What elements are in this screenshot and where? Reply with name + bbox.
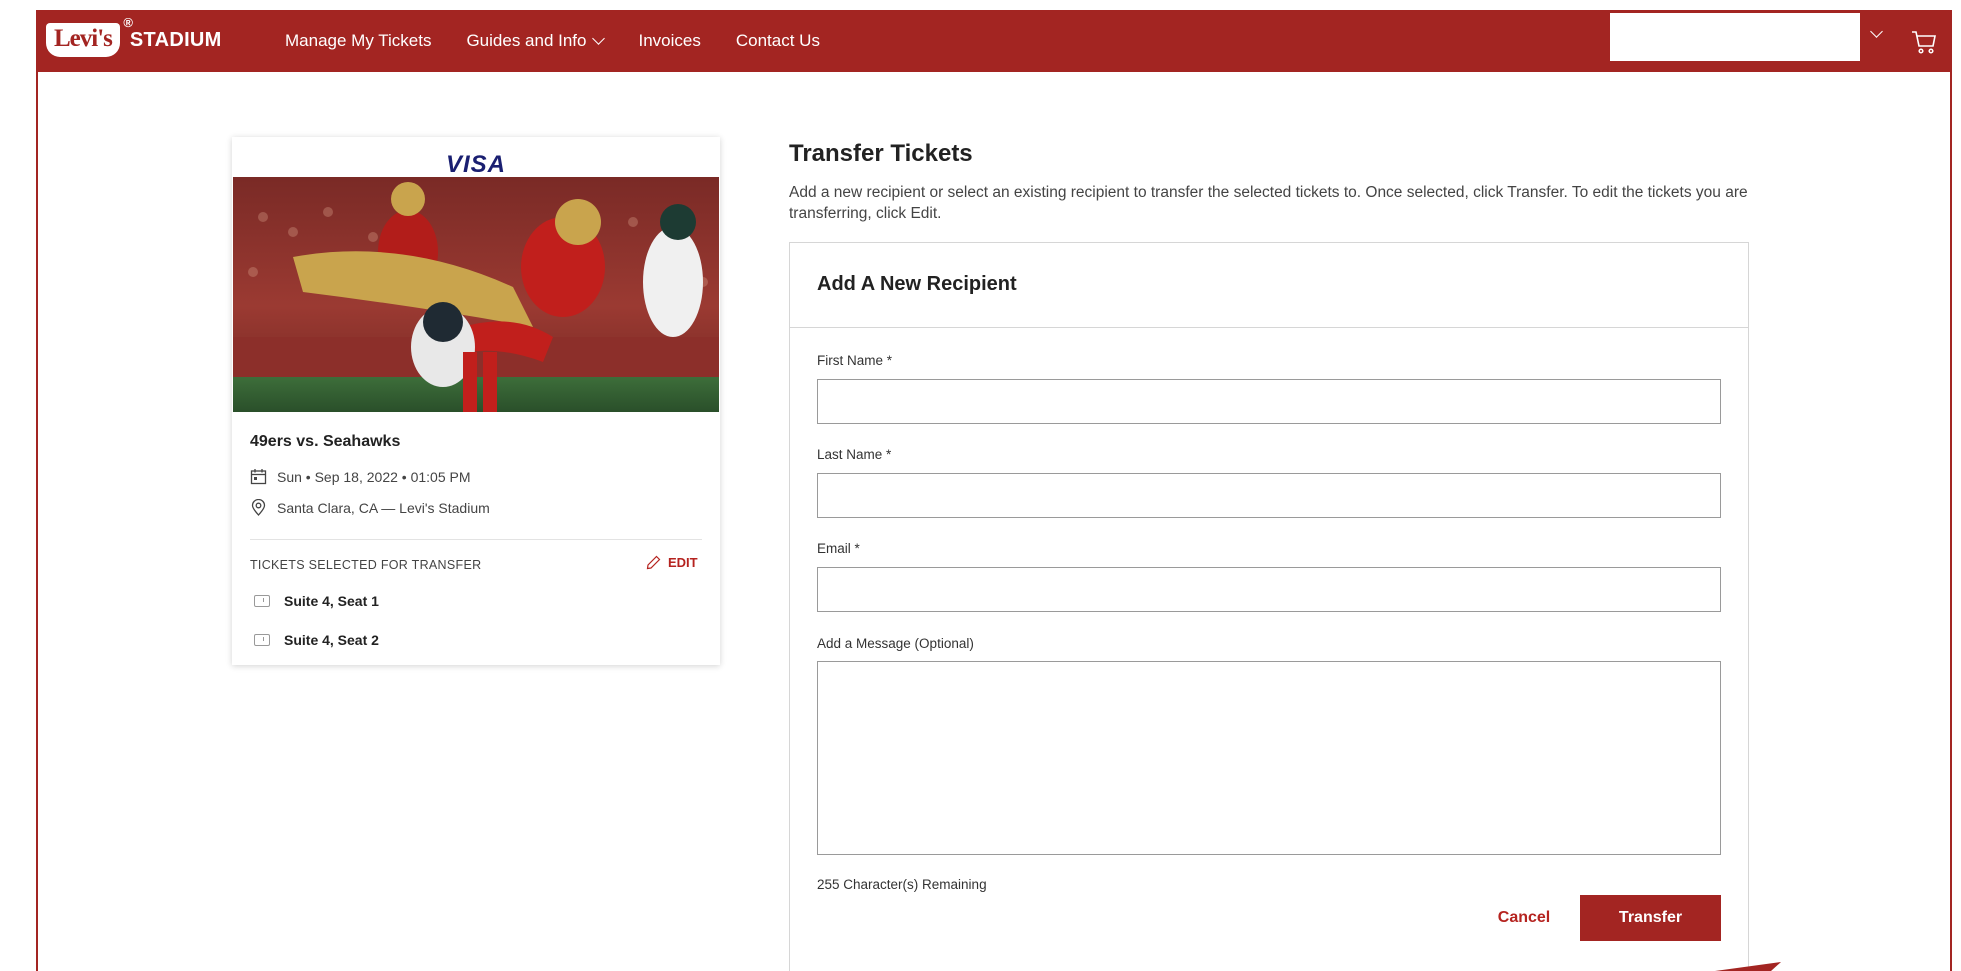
- ticket-item: Suite 4, Seat 2: [254, 632, 379, 648]
- cancel-button[interactable]: Cancel: [1478, 895, 1570, 941]
- character-count: 255 Character(s) Remaining: [817, 877, 987, 892]
- event-photo: [233, 177, 719, 412]
- event-location-row: Santa Clara, CA — Levi's Stadium: [250, 499, 490, 516]
- logo-text: Levi's: [54, 25, 113, 52]
- ticket-label: Suite 4, Seat 1: [284, 593, 379, 609]
- email-input[interactable]: [817, 567, 1721, 612]
- account-menu[interactable]: [1610, 13, 1860, 61]
- event-card: VISA 49ers vs. Seahawks Sun • Sep 18, 20…: [232, 137, 720, 665]
- first-name-label: First Name *: [817, 353, 893, 368]
- last-name-label: Last Name *: [817, 447, 892, 462]
- panel-title: Add A New Recipient: [817, 273, 1017, 295]
- nav-item-manage-my-tickets[interactable]: Manage My Tickets: [285, 31, 431, 51]
- add-recipient-panel: Add A New Recipient First Name * Last Na…: [789, 242, 1749, 971]
- ticket-icon: [254, 595, 270, 607]
- levis-logo-badge: Levi's ®: [46, 15, 133, 57]
- visa-sponsor-logo: VISA: [445, 151, 506, 178]
- ticket-icon: [254, 634, 270, 646]
- nav-item-label: Manage My Tickets: [285, 31, 432, 50]
- event-title: 49ers vs. Seahawks: [250, 433, 401, 450]
- card-divider: [250, 539, 702, 540]
- nav-item-label: Guides and Info: [466, 31, 587, 50]
- nav-item-label: Contact Us: [735, 31, 820, 50]
- cart-icon[interactable]: [1910, 28, 1938, 56]
- edit-tickets-button[interactable]: EDIT: [646, 555, 698, 570]
- email-label: Email *: [817, 541, 860, 556]
- nav-item-invoices[interactable]: Invoices: [638, 31, 700, 51]
- first-name-input[interactable]: [817, 379, 1721, 424]
- stadium-text: STADIUM: [129, 28, 222, 51]
- pencil-icon: [646, 555, 661, 570]
- nav-menu: Manage My Tickets Guides and Info Invoic…: [285, 10, 855, 72]
- message-label: Add a Message (Optional): [817, 636, 974, 651]
- calendar-icon: [250, 469, 267, 485]
- last-name-input[interactable]: [817, 473, 1721, 518]
- event-date-row: Sun • Sep 18, 2022 • 01:05 PM: [250, 468, 471, 485]
- ticket-label: Suite 4, Seat 2: [284, 632, 379, 648]
- tickets-selected-heading: TICKETS SELECTED FOR TRANSFER: [250, 558, 482, 572]
- nav-item-contact-us[interactable]: Contact Us: [736, 31, 820, 51]
- registered-mark: ®: [123, 15, 133, 30]
- edit-label: EDIT: [668, 555, 698, 570]
- chevron-down-icon: [592, 32, 606, 45]
- message-textarea[interactable]: [817, 661, 1721, 855]
- panel-header: Add A New Recipient: [790, 243, 1748, 328]
- event-location: Santa Clara, CA — Levi's Stadium: [277, 499, 490, 516]
- top-navbar: Levi's ® STADIUM Manage My Tickets Guide…: [36, 10, 1952, 72]
- ticket-item: Suite 4, Seat 1: [254, 593, 379, 609]
- nav-item-guides-and-info[interactable]: Guides and Info: [466, 31, 606, 51]
- transfer-button[interactable]: Transfer: [1580, 895, 1721, 941]
- pointer-arrow-icon: [1715, 962, 1781, 971]
- account-chevron-down-icon[interactable]: [1870, 25, 1883, 38]
- page-title: Transfer Tickets: [789, 140, 973, 167]
- nav-item-label: Invoices: [638, 31, 701, 50]
- levis-stadium-logo[interactable]: Levi's ® STADIUM: [46, 15, 222, 60]
- location-pin-icon: [251, 499, 266, 516]
- event-date: Sun • Sep 18, 2022 • 01:05 PM: [277, 468, 471, 485]
- page-description: Add a new recipient or select an existin…: [789, 184, 1748, 222]
